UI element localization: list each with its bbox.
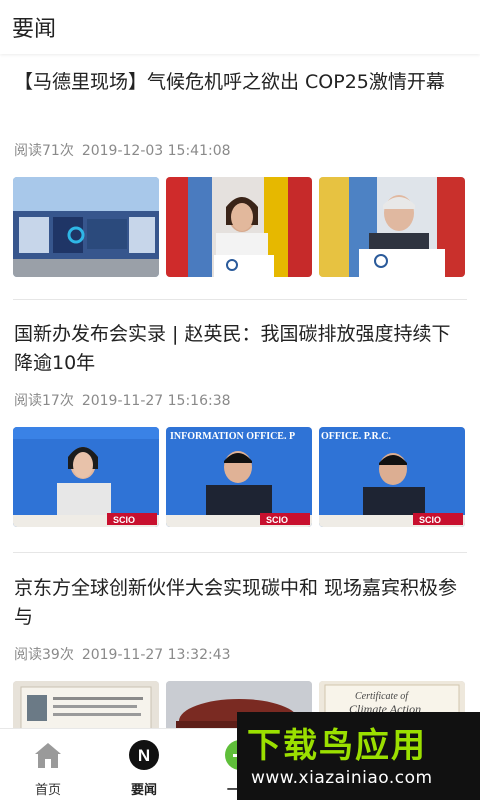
svg-text:INFORMATION OFFICE. P: INFORMATION OFFICE. P <box>170 431 295 442</box>
read-count: 阅读71次 <box>14 143 74 159</box>
article-meta: 阅读71次 2019-12-03 15:41:08 <box>14 140 231 160</box>
article-thumbnail-press-official[interactable]: INFORMATION OFFICE. P SCIO <box>166 427 312 527</box>
publish-time: 2019-11-27 15:16:38 <box>81 393 231 409</box>
publish-time: 2019-12-03 15:41:08 <box>81 143 231 159</box>
svg-text:N: N <box>138 746 150 765</box>
read-count: 阅读39次 <box>14 647 74 663</box>
watermark-overlay: 下载鸟应用 www.xiazainiao.com <box>237 712 480 800</box>
scio-caption: SCIO <box>266 515 288 525</box>
article-thumbnails <box>13 177 465 279</box>
news-feed[interactable]: 【马德里现场】气候危机呼之欲出 COP25激情开幕 阅读71次 2019-12-0… <box>0 54 480 728</box>
article-meta: 阅读17次 2019-11-27 15:16:38 <box>14 390 231 410</box>
news-article[interactable]: 国新办发布会实录 | 赵英民：我国碳排放强度持续下降逾10年 阅读17次 2019… <box>0 301 480 555</box>
top-header: 要闻 <box>0 0 480 54</box>
article-title[interactable]: 国新办发布会实录 | 赵英民：我国碳排放强度持续下降逾10年 <box>14 320 466 378</box>
article-thumbnail-press-official-2[interactable]: OFFICE. P.R.C. SCIO <box>319 427 465 527</box>
page-title: 要闻 <box>12 17 57 42</box>
publish-time: 2019-11-27 13:32:43 <box>81 647 231 663</box>
svg-text:Certificate of: Certificate of <box>355 691 409 702</box>
tab-home-label: 首页 <box>34 783 61 798</box>
watermark-url: www.xiazainiao.com <box>251 768 433 788</box>
article-thumbnail-venue[interactable] <box>13 177 159 277</box>
scio-caption: SCIO <box>113 515 135 525</box>
article-title[interactable]: 京东方全球创新伙伴大会实现碳中和 现场嘉宾积极参与 <box>14 574 466 632</box>
tab-home[interactable]: 首页 <box>0 729 96 800</box>
watermark-text: 下载鸟应用 <box>247 726 427 766</box>
article-meta: 阅读39次 2019-11-27 13:32:43 <box>14 644 231 664</box>
article-thumbnail-certificate-doc[interactable] <box>13 681 159 728</box>
article-thumbnail-elder-speaker[interactable] <box>319 177 465 277</box>
read-count: 阅读17次 <box>14 393 74 409</box>
news-article[interactable]: 京东方全球创新伙伴大会实现碳中和 现场嘉宾积极参与 阅读39次 2019-11-2… <box>0 555 480 728</box>
scio-caption: SCIO <box>419 515 441 525</box>
article-title[interactable]: 【马德里现场】气候危机呼之欲出 COP25激情开幕 <box>14 68 466 97</box>
tab-news[interactable]: N 要闻 <box>96 729 192 800</box>
home-icon <box>35 743 61 768</box>
news-article[interactable]: 【马德里现场】气候危机呼之欲出 COP25激情开幕 阅读71次 2019-12-0… <box>0 54 480 301</box>
svg-text:OFFICE. P.R.C.: OFFICE. P.R.C. <box>321 431 391 442</box>
tab-news-label: 要闻 <box>130 783 157 798</box>
article-thumbnails: SCIO INFORMATION OFFICE. P SCIO OFFICE. … <box>13 427 465 529</box>
news-n-icon: N <box>129 740 159 770</box>
article-divider <box>13 552 467 553</box>
article-divider <box>13 299 467 300</box>
article-thumbnail-speaker[interactable] <box>166 177 312 277</box>
article-thumbnail-press-woman[interactable]: SCIO <box>13 427 159 527</box>
